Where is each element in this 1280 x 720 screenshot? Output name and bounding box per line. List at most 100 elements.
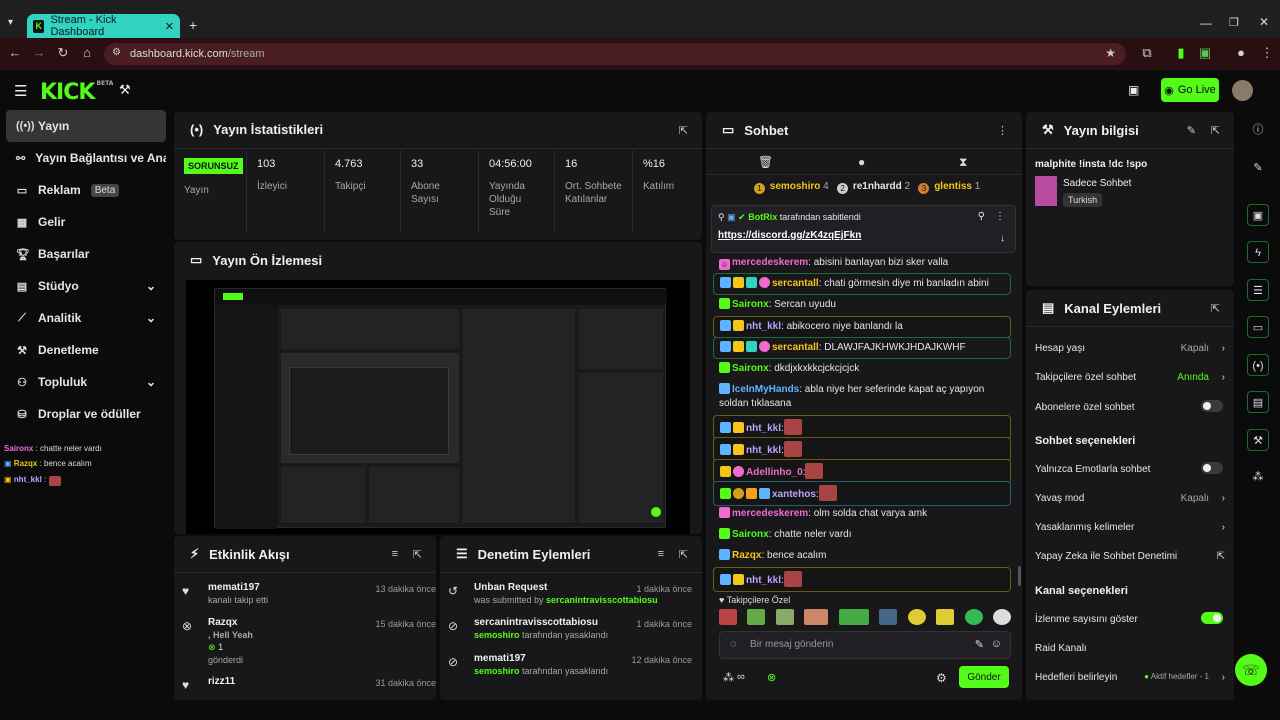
emote-icon[interactable] xyxy=(804,609,829,625)
infinity-icon[interactable]: ∞ xyxy=(737,671,745,683)
wrench-widget-icon[interactable]: ⚒ xyxy=(1247,429,1269,451)
tab-list-icon[interactable]: ▾ xyxy=(8,17,13,28)
setting-slow-mode[interactable]: Yavaş mod Kapalı › xyxy=(1035,493,1225,504)
sidebar-item-achievements[interactable]: 🏆︎ Başarılar xyxy=(6,238,166,270)
setting-ai-moderation[interactable]: Yapay Zeka ile Sohbet Denetimi ⇱ xyxy=(1035,551,1225,562)
popout-icon[interactable]: ⇱ xyxy=(1211,302,1220,315)
chat-user[interactable]: nht_kkl xyxy=(746,575,781,586)
format-icon[interactable]: ✎ xyxy=(975,638,984,651)
extension-trash-icon[interactable]: ▮ xyxy=(1172,44,1190,62)
close-window-icon[interactable]: ✕ xyxy=(1259,15,1269,29)
lightning-widget-icon[interactable]: ϟ xyxy=(1247,241,1269,263)
toggle-switch[interactable] xyxy=(1201,462,1223,474)
sidebar-item-stream[interactable]: ((•)) Yayın xyxy=(6,110,166,142)
emoji-icon[interactable]: ☺ xyxy=(991,638,1002,650)
chat-user[interactable]: Adellinho_0 xyxy=(746,467,803,478)
popout-icon[interactable]: ⇱ xyxy=(679,548,688,561)
sidebar-item-moderation[interactable]: ⚒ Denetleme xyxy=(6,334,166,366)
setting-sub-chat[interactable]: Abonelere özel sohbet xyxy=(1035,400,1225,413)
restore-icon[interactable]: ❐ xyxy=(1229,16,1239,29)
browser-tab[interactable]: K Stream - Kick Dashboard ✕ xyxy=(27,14,180,38)
popout-icon[interactable]: ⇱ xyxy=(679,124,688,137)
sidebar-item-community[interactable]: ⚇ Topluluk ⌄ xyxy=(6,366,166,398)
chat-user[interactable]: nht_kkl xyxy=(746,445,781,456)
menu-icon[interactable]: ☰ xyxy=(14,82,27,100)
chat-user[interactable]: sercantall xyxy=(772,342,819,353)
setting-emote-only[interactable]: Yalnızca Emotlarla sohbet xyxy=(1035,462,1225,475)
setting-banned-words[interactable]: Yasaklanmış kelimeler › xyxy=(1035,522,1225,533)
bookmark-star-icon[interactable]: ★ xyxy=(1105,46,1116,60)
sidebar-item-stream-link[interactable]: ⚯ Yayın Bağlantısı ve Anahtarı xyxy=(6,142,166,174)
emote-icon[interactable] xyxy=(775,609,794,625)
filter-icon[interactable]: ≡ xyxy=(392,548,398,560)
users-widget-icon[interactable]: ⁂ xyxy=(1247,466,1269,488)
stream-widget-icon[interactable]: (•) xyxy=(1247,354,1269,376)
emote-icon[interactable] xyxy=(964,609,983,625)
pinned-menu-icon[interactable]: ⋮ xyxy=(995,211,1005,222)
unpin-icon[interactable]: ⚲ xyxy=(978,211,985,222)
forward-icon[interactable]: → xyxy=(30,44,48,62)
stream-preview-video[interactable] xyxy=(186,280,690,534)
chat-user[interactable]: mercedeskerem xyxy=(732,508,808,519)
chat-user[interactable]: Saironx xyxy=(732,363,769,374)
chat-bubble-icon[interactable]: ● xyxy=(858,155,865,169)
new-tab-icon[interactable]: + xyxy=(189,17,197,33)
chat-user[interactable]: Saironx xyxy=(732,299,769,310)
chat-user[interactable]: sercantall xyxy=(772,278,819,289)
extensions-icon[interactable]: ⧉ xyxy=(1138,44,1156,62)
info-icon[interactable]: ⓘ xyxy=(1247,119,1269,141)
popout-icon[interactable]: ⇱ xyxy=(1211,124,1220,137)
actions-widget-icon[interactable]: ▤ xyxy=(1247,391,1269,413)
browser-menu-icon[interactable]: ⋮ xyxy=(1258,44,1276,62)
go-live-button[interactable]: ◉ Go Live xyxy=(1161,78,1219,102)
chat-user[interactable]: Saironx xyxy=(732,529,769,540)
collapse-icon[interactable]: ↓ xyxy=(1000,233,1005,244)
edit-icon[interactable]: ✎ xyxy=(1187,124,1196,137)
trash-icon[interactable]: 🗑︎ xyxy=(758,155,773,169)
emote-icon[interactable] xyxy=(992,609,1011,625)
chat-user[interactable]: mercedeskerem xyxy=(732,257,808,268)
support-chat-icon[interactable]: ☏ xyxy=(1235,654,1267,686)
sidebar-item-revenue[interactable]: ▦ Gelir xyxy=(6,206,166,238)
reload-icon[interactable]: ↻ xyxy=(54,44,72,62)
back-icon[interactable]: ← xyxy=(6,44,24,62)
chat-user[interactable]: nht_kkl xyxy=(746,423,781,434)
setting-show-viewcount[interactable]: İzlenme sayısını göster xyxy=(1035,612,1225,625)
profile-icon[interactable]: ● xyxy=(1232,44,1250,62)
emote-icon[interactable] xyxy=(719,609,737,625)
users-icon[interactable]: ⁂ xyxy=(723,671,734,684)
sidebar-item-ads[interactable]: ▭ Reklam Beta xyxy=(6,174,166,206)
setting-follower-chat[interactable]: Takipçilere özel sohbet Anında › xyxy=(1035,372,1225,383)
chat-user[interactable]: IceInMyHands xyxy=(732,384,799,395)
setting-account-age[interactable]: Hesap yaşı Kapalı › xyxy=(1035,343,1225,354)
chat-widget-icon[interactable]: ▭ xyxy=(1247,316,1269,338)
toggle-switch[interactable] xyxy=(1201,400,1223,412)
extension-translate-icon[interactable]: ▣ xyxy=(1196,44,1214,62)
emote-icon[interactable] xyxy=(879,609,898,625)
kick-logo[interactable]: KICK BETA xyxy=(40,80,113,105)
kick-coin-icon[interactable]: ⊗ xyxy=(767,671,776,684)
address-bar[interactable]: ⚙ dashboard.kick.com/stream ★ xyxy=(104,43,1126,65)
avatar[interactable] xyxy=(1232,80,1253,101)
emote-icon[interactable] xyxy=(747,609,766,625)
stats-widget-icon[interactable]: ▣ xyxy=(1247,204,1269,226)
pinned-link[interactable]: https://discord.gg/zK4zqEjFkn xyxy=(718,230,861,241)
close-tab-icon[interactable]: ✕ xyxy=(165,20,174,33)
minimize-icon[interactable]: — xyxy=(1200,16,1212,30)
filter-icon[interactable]: ≡ xyxy=(658,548,664,560)
popout-icon[interactable]: ⇱ xyxy=(413,548,422,561)
site-info-icon[interactable]: ⚙ xyxy=(112,47,121,58)
hourglass-icon[interactable]: ⧗ xyxy=(959,155,967,170)
chat-menu-icon[interactable]: ⋮ xyxy=(997,124,1008,137)
chat-scrollbar[interactable] xyxy=(1018,566,1021,586)
chat-user[interactable]: Razqx xyxy=(732,550,761,561)
settings-icon[interactable]: ⚙ xyxy=(936,671,947,685)
setting-goals[interactable]: Hedefleri belirleyin ● Aktif hedefler - 1… xyxy=(1035,672,1225,683)
chat-input[interactable]: ◌ Bir mesaj gönderin ✎ ☺ xyxy=(719,631,1011,659)
emote-icon[interactable] xyxy=(936,609,955,625)
edit-layout-icon[interactable]: ✎ xyxy=(1247,157,1269,179)
list-widget-icon[interactable]: ☰ xyxy=(1247,279,1269,301)
sidebar-item-analytics[interactable]: ⟋ Analitik ⌄ xyxy=(6,302,166,334)
sidebar-item-drops[interactable]: ⛁ Droplar ve ödüller xyxy=(6,398,166,430)
hammer-icon[interactable]: ⚒ xyxy=(119,82,131,98)
